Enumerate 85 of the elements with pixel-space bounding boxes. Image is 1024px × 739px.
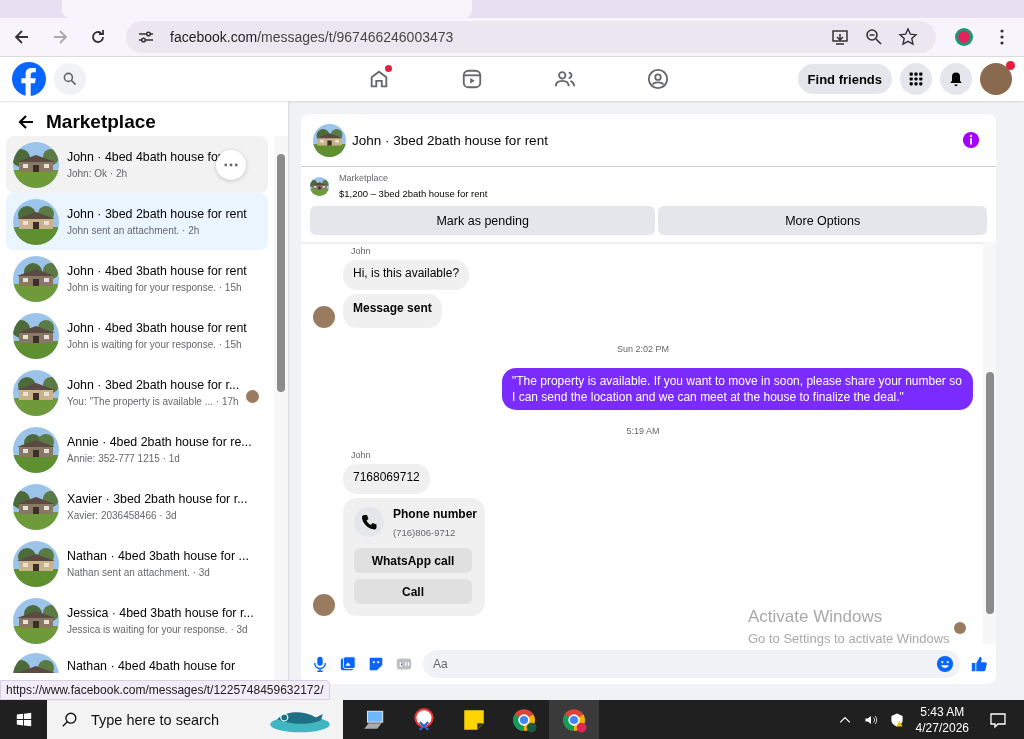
call-button[interactable]: WhatsApp call (354, 548, 472, 573)
bell-icon[interactable] (948, 71, 964, 87)
search-button[interactable] (54, 63, 86, 95)
scrollbar[interactable] (274, 136, 288, 680)
like-icon[interactable] (970, 655, 988, 673)
url-text: facebook.com/messages/t/967466246003473 (170, 29, 454, 45)
zoom-out-icon[interactable] (864, 27, 884, 47)
install-icon[interactable] (830, 27, 850, 47)
chrome-taskbar-button[interactable] (549, 700, 599, 739)
conversation-preview: You: "The property is available ... · 17h (67, 396, 240, 407)
timestamp: 5:19 AM (626, 426, 660, 436)
conversation-title: Nathan · 4bed 4bath house for (67, 659, 236, 673)
conversation-preview: Jessica is waiting for your response. · 3d (67, 624, 249, 635)
phone-number: (716)806-9712 (393, 527, 457, 538)
address-bar[interactable]: facebook.com/messages/t/967466246003473 (126, 21, 936, 53)
timestamp: Sun 2:02 PM (617, 344, 669, 354)
sender-name: John (351, 246, 372, 256)
action-button[interactable]: Mark as pending (310, 206, 656, 235)
conversation-preview: Annie: 352-777 1215 · 1d (67, 453, 181, 464)
conversation-preview: Xavier: 2036458466 · 3d (67, 510, 178, 521)
more-icon[interactable] (224, 163, 238, 167)
sticker-icon[interactable] (367, 655, 385, 673)
photo-icon[interactable] (339, 655, 357, 673)
notification-dot (385, 65, 392, 72)
reels-icon[interactable] (460, 68, 483, 90)
conversation-title: John · 4bed 3bath house for rent (67, 264, 247, 278)
chrome-icon[interactable] (511, 706, 537, 733)
conversation-preview: John: Ok · 2h (67, 168, 129, 179)
info-icon[interactable] (962, 131, 980, 149)
menu-button[interactable] (900, 63, 932, 95)
conversation-item[interactable]: John · 4bed 3bath house for rent John is waiting for your response. · 15h (6, 250, 268, 307)
conversation-item[interactable]: John · 3bed 2bath house for r... You: "The property is available ... · 17h (6, 364, 268, 421)
phone-icon (354, 507, 384, 537)
scrollbar[interactable] (983, 242, 996, 644)
groups-icon[interactable] (646, 68, 669, 90)
conversation-preview: Nathan sent an attachment. · 3d (67, 567, 211, 578)
microphone-icon[interactable] (311, 655, 329, 673)
windows-start-icon[interactable] (15, 710, 33, 729)
conversation-item[interactable]: Jessica · 4bed 3bath house for r... Jessica is waiting for your response. · 3d (6, 592, 268, 649)
conversation-item[interactable]: Nathan · 4bed 3bath house for ... Nathan sent an attachment. · 3d (6, 535, 268, 592)
conversation-title: Xavier · 3bed 2bath house for r... (67, 492, 248, 506)
listing-title: $1,200 – 3bed 2bath house for rent (339, 188, 488, 199)
listing-label: Marketplace (339, 173, 390, 183)
conversation-title: John · 3bed 2bath house for r... (67, 378, 240, 392)
search-icon[interactable] (61, 710, 79, 729)
emoji-icon[interactable] (936, 655, 954, 673)
snipping-tool-icon[interactable] (411, 706, 437, 733)
taskbar-search-field[interactable]: Type here to search (47, 700, 343, 739)
sidebar-title: Marketplace (46, 111, 156, 133)
conversation-item[interactable]: John · 3bed 2bath house for rent John sent an attachment. · 2h (6, 193, 268, 250)
profile-avatar[interactable] (980, 63, 1012, 95)
conversation-item[interactable]: Annie · 4bed 2bath house for re... Annie: 352-777 1215 · 1d (6, 421, 268, 478)
star-icon[interactable] (898, 27, 918, 47)
call-button[interactable]: Call (354, 579, 472, 604)
message-bubble: "The property is available. If you want to move in soon, please share your number so I can send the location and we can meet at the house to finalize the deal." (502, 368, 973, 410)
contact-title: Phone number (393, 507, 477, 521)
find-friends-button[interactable]: Find friends (797, 64, 892, 94)
seen-avatar (954, 622, 966, 634)
activation-notice-text: Go to Settings to activate Windows (748, 631, 950, 646)
chrome-icon[interactable] (561, 706, 587, 733)
conversation-title: Jessica · 4bed 3bath house for r... (67, 606, 254, 620)
conversation-title: Annie · 4bed 2bath house for re... (67, 435, 252, 449)
notifications-button[interactable] (940, 63, 972, 95)
link-preview-url: https://www.facebook.com/messages/t/1225748459632172/ (0, 680, 330, 700)
grid-icon[interactable] (908, 71, 924, 87)
facebook-logo-icon[interactable] (12, 62, 46, 96)
conversation-item[interactable]: Xavier · 3bed 2bath house for r... Xavier: 2036458466 · 3d (6, 478, 268, 535)
conversation-title: John · 3bed 2bath house for rent (67, 207, 247, 221)
activation-notice-title: Activate Windows (748, 607, 883, 627)
conversation-preview: John is waiting for your response. · 15h (67, 339, 243, 350)
message-input[interactable]: Aa (423, 650, 960, 678)
message-bubble: Message sent (343, 294, 442, 328)
profile-icon[interactable] (954, 27, 974, 47)
shield-warning-icon[interactable] (888, 711, 905, 728)
action-button[interactable]: More Options (658, 206, 987, 235)
message-bubble: Hi, is this available? (343, 260, 470, 290)
conversation-preview: John is waiting for your response. · 15h (67, 282, 243, 293)
conversation-item[interactable]: John · 4bed 3bath house for rent John is waiting for your response. · 15h (6, 307, 268, 364)
clock[interactable]: 5:43 AM 4/27/2026 (915, 703, 969, 736)
conversation-title: Nathan · 4bed 3bath house for ... (67, 549, 249, 563)
message-bubble: 7168069712 (343, 464, 430, 494)
sender-name: John (351, 450, 372, 460)
conversation-preview: John sent an attachment. · 2h (67, 225, 201, 236)
chat-title: John · 3bed 2bath house for rent (352, 132, 548, 148)
conversation-title: John · 4bed 3bath house for rent (67, 321, 247, 335)
